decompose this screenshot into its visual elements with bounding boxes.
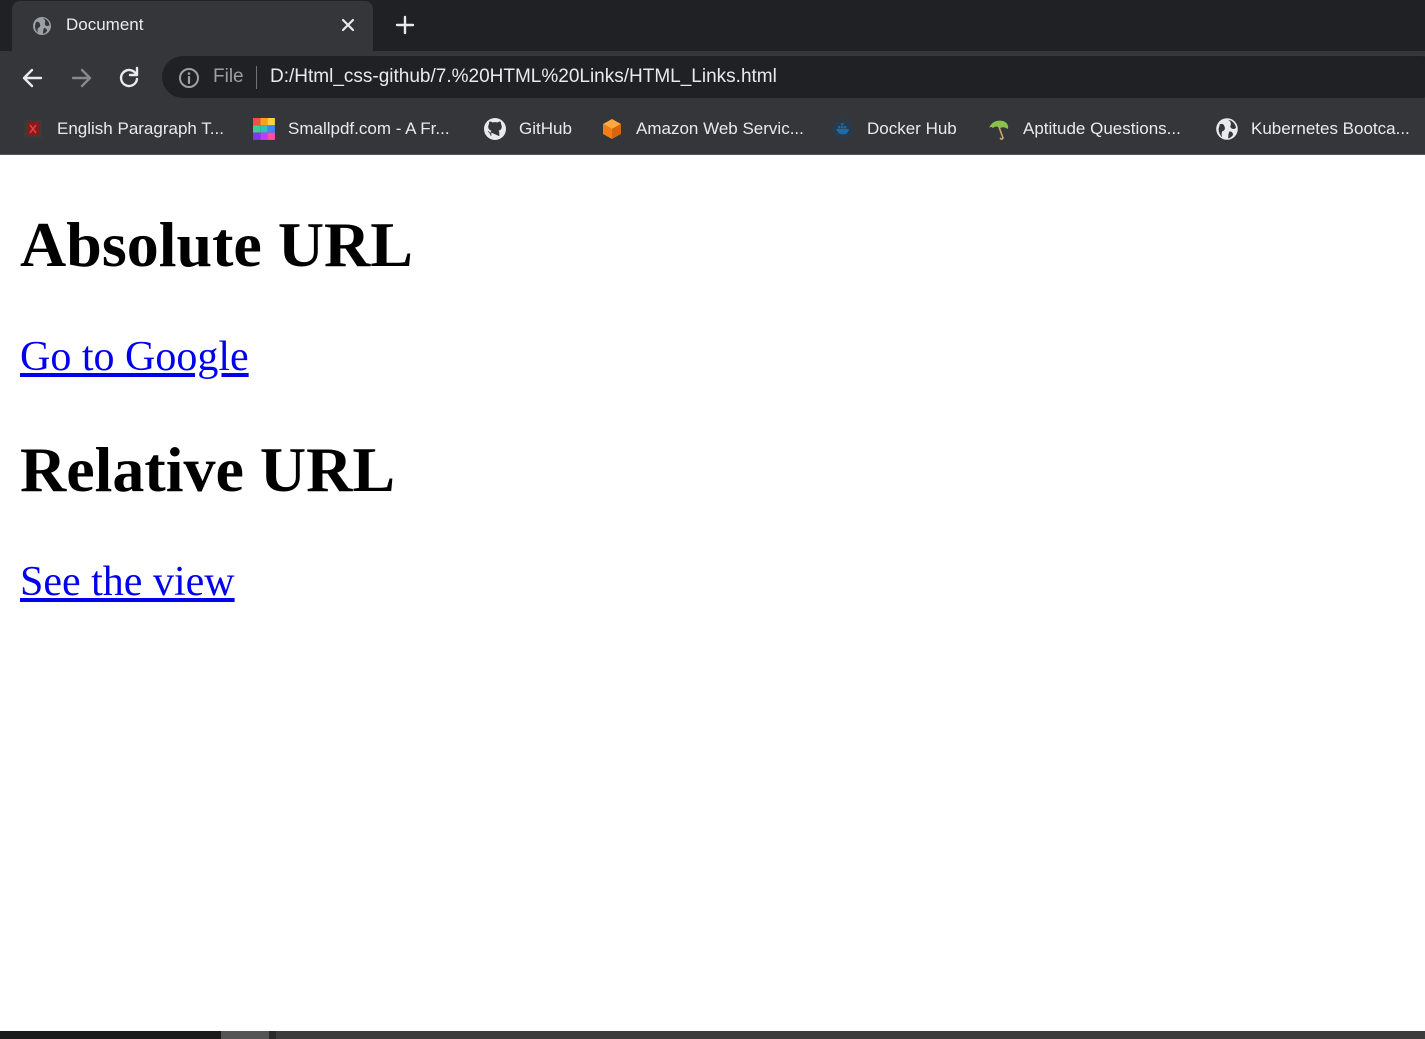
globe-icon [33,17,51,35]
bookmark-kubernetes-bootcamp[interactable]: Kubernetes Bootca... [1215,113,1410,145]
bookmark-label: Docker Hub [867,119,957,138]
bookmark-label: Amazon Web Servic... [636,119,804,138]
reload-icon[interactable] [116,65,142,91]
bookmark-label: Kubernetes Bootca... [1251,119,1410,138]
page-content: Absolute URL Go to Google Relative URL S… [0,155,1425,1031]
smallpdf-icon [253,118,275,140]
taskbar-segment [0,1031,221,1039]
bookmark-github[interactable]: GitHub [483,113,572,145]
close-icon[interactable] [338,15,358,35]
docker-icon [832,118,854,140]
github-icon [484,118,506,140]
aws-cube-icon [603,119,621,139]
book-icon [24,120,42,138]
bookmark-docker-hub[interactable]: Docker Hub [831,113,957,145]
omnibox-divider [256,66,257,89]
tab-strip: Document [0,0,1425,51]
bookmark-english-paragraph[interactable]: English Paragraph T... [21,113,224,145]
bookmark-aptitude-questions[interactable]: Aptitude Questions... [987,113,1181,145]
globe-icon [1216,118,1238,140]
taskbar-segment [221,1031,269,1039]
bookmark-label: English Paragraph T... [57,119,224,138]
url-text[interactable]: D:/Html_css-github/7.%20HTML%20Links/HTM… [270,66,777,88]
taskbar-segment [269,1031,276,1039]
address-bar[interactable]: File D:/Html_css-github/7.%20HTML%20Link… [162,56,1425,98]
bookmark-smallpdf[interactable]: Smallpdf.com - A Fr... [252,113,450,145]
info-icon[interactable] [178,67,200,89]
arrow-left-icon[interactable] [20,65,46,91]
arrow-right-icon[interactable] [68,65,94,91]
bookmark-label: Smallpdf.com - A Fr... [288,119,450,138]
link-see-the-view[interactable]: See the view [20,561,235,603]
umbrella-icon [989,120,1009,140]
heading-absolute-url: Absolute URL [20,209,413,280]
plus-icon[interactable] [393,13,417,37]
scheme-label: File [213,66,244,87]
bookmark-label: Aptitude Questions... [1023,119,1181,138]
bookmarks-bar: English Paragraph T... Smallpdf.com - A … [0,105,1425,154]
browser-tab[interactable]: Document [12,1,373,51]
taskbar-edge [0,1031,1425,1039]
bookmark-aws[interactable]: Amazon Web Servic... [600,113,804,145]
browser-toolbar: File D:/Html_css-github/7.%20HTML%20Link… [0,51,1425,105]
heading-relative-url: Relative URL [20,434,396,505]
link-go-to-google[interactable]: Go to Google [20,336,249,378]
tab-title: Document [66,15,144,34]
bookmark-label: GitHub [519,119,572,138]
